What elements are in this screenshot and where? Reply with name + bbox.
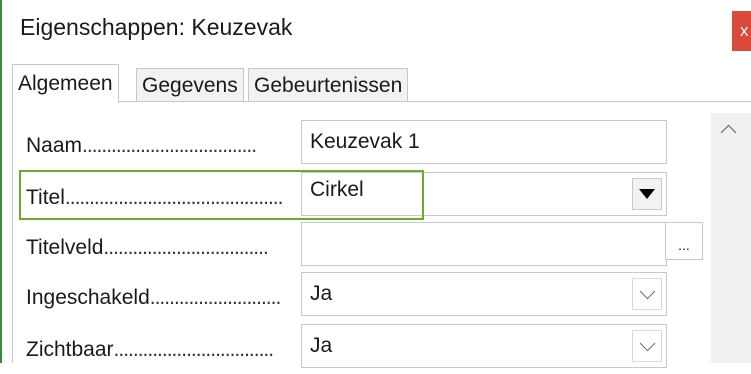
chevron-down-icon xyxy=(639,335,655,351)
ingeschakeld-dropdown-button[interactable] xyxy=(632,278,662,310)
titel-value: Cirkel xyxy=(310,178,364,201)
naam-value: Keuzevak 1 xyxy=(310,130,420,153)
triangle-down-icon xyxy=(639,189,655,199)
property-label-naam: Naam.................................... xyxy=(26,134,257,157)
tab-label: Algemeen xyxy=(18,72,113,95)
vertical-scrollbar[interactable] xyxy=(711,113,751,363)
chevron-up-icon[interactable] xyxy=(720,124,737,141)
property-row-titel: Titel...................................… xyxy=(13,170,751,220)
property-row-ingeschakeld: Ingeschakeld........................... … xyxy=(13,272,751,322)
titelveld-input[interactable] xyxy=(301,222,667,266)
properties-panel: Naam....................................… xyxy=(12,102,751,368)
titel-dropdown-button[interactable] xyxy=(632,178,662,210)
tab-strip: Algemeen Gegevens Gebeurtenissen xyxy=(0,62,751,103)
chevron-down-icon xyxy=(639,283,655,299)
tab-label: Gegevens xyxy=(142,73,238,97)
tab-algemeen[interactable]: Algemeen xyxy=(12,64,119,103)
zichtbaar-select[interactable]: Ja xyxy=(301,324,667,368)
property-label-ingeschakeld: Ingeschakeld........................... xyxy=(26,286,281,309)
title-bar: Eigenschappen: Keuzevak xyxy=(2,0,751,60)
zichtbaar-value: Ja xyxy=(310,334,333,357)
ingeschakeld-select[interactable]: Ja xyxy=(301,272,667,316)
ellipsis-icon: ... xyxy=(678,237,690,253)
properties-dialog: Eigenschappen: Keuzevak x Algemeen Gegev… xyxy=(0,0,751,368)
zichtbaar-dropdown-button[interactable] xyxy=(632,330,662,362)
tab-label: Gebeurtenissen xyxy=(254,73,403,97)
property-row-naam: Naam....................................… xyxy=(13,118,751,168)
titel-combobox[interactable]: Cirkel xyxy=(301,172,667,216)
tab-gebeurtenissen[interactable]: Gebeurtenissen xyxy=(248,68,409,102)
property-row-titelveld: Titelveld...............................… xyxy=(13,220,751,270)
property-row-zichtbaar: Zichtbaar...............................… xyxy=(13,324,751,374)
naam-input[interactable]: Keuzevak 1 xyxy=(301,120,667,164)
property-label-titel: Titel...................................… xyxy=(26,186,283,209)
titelveld-browse-button[interactable]: ... xyxy=(665,222,703,260)
property-label-titelveld: Titelveld...............................… xyxy=(26,236,269,259)
tab-gegevens[interactable]: Gegevens xyxy=(136,68,244,102)
close-button[interactable]: x xyxy=(732,11,751,51)
close-icon: x xyxy=(740,21,749,40)
ingeschakeld-value: Ja xyxy=(310,282,333,305)
property-label-zichtbaar: Zichtbaar...............................… xyxy=(26,338,274,361)
window-title: Eigenschappen: Keuzevak xyxy=(20,14,293,40)
